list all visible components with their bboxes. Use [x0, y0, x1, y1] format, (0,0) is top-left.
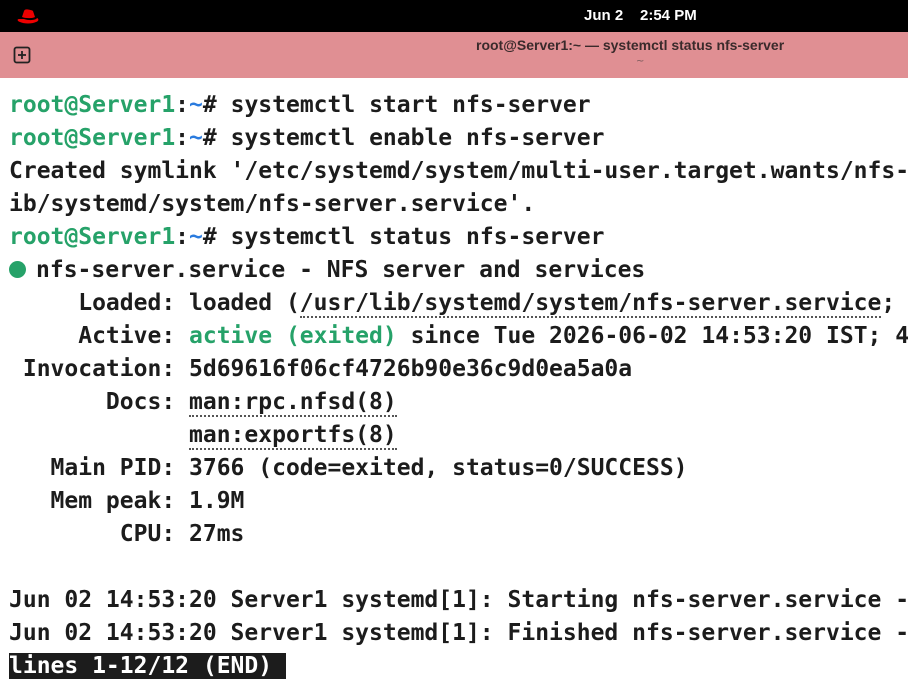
prompt-hash: # — [202, 125, 231, 151]
invocation-label: Invocation: — [9, 356, 190, 382]
prompt-user: root@Server1 — [9, 125, 176, 151]
clock-time[interactable]: 2:54 PM — [640, 7, 697, 24]
mainpid-label: Main PID: — [9, 455, 190, 481]
docs-link-rpc-nfsd[interactable]: man:rpc.nfsd(8) — [189, 389, 397, 417]
status-dot-icon — [9, 261, 26, 278]
pager-status: lines 1-12/12 (END) — [9, 653, 287, 679]
loaded-label: Loaded: — [9, 290, 190, 316]
cpu-value: 27ms — [189, 521, 245, 547]
active-label: Active: — [9, 323, 190, 349]
command-text: systemctl status nfs-server — [230, 224, 605, 250]
terminal-line-docs-2: man:exportfs(8) — [9, 420, 397, 450]
terminal-line-service: nfs-server.service - NFS server and serv… — [9, 255, 645, 285]
prompt-path: ~ — [189, 125, 203, 151]
loaded-value-pre: loaded ( — [189, 290, 300, 316]
terminal-line-symlink-2: ib/systemd/system/nfs-server.service'. — [9, 191, 536, 217]
terminal-line-cmd2: root@Server1:~# systemctl enable nfs-ser… — [9, 123, 604, 153]
active-since: since Tue 2026-06-02 14:53:20 IST; 46s a… — [410, 323, 908, 349]
terminal-title-bar: root@Server1:~ — systemctl status nfs-se… — [0, 32, 908, 78]
prompt-user: root@Server1 — [9, 224, 176, 250]
service-name: nfs-server.service - NFS server and serv… — [36, 257, 646, 283]
loaded-unit-path-link[interactable]: /usr/lib/systemd/system/nfs-server.servi… — [299, 290, 882, 318]
prompt-path: ~ — [189, 224, 203, 250]
prompt-hash: # — [202, 224, 231, 250]
window-title: root@Server1:~ — systemctl status nfs-se… — [476, 37, 785, 53]
prompt-colon: : — [175, 125, 190, 151]
docs-label: Docs: — [9, 389, 190, 415]
terminal-line-active: Active: active (exited) since Tue 2026-0… — [9, 321, 908, 351]
redhat-logo-icon[interactable] — [16, 6, 40, 26]
new-tab-icon[interactable] — [13, 46, 31, 64]
command-text: systemctl enable nfs-server — [230, 125, 605, 151]
mempeak-value: 1.9M — [189, 488, 245, 514]
clock-date[interactable]: Jun 2 — [584, 7, 623, 24]
docs-indent — [9, 422, 189, 448]
terminal-line-cmd1: root@Server1:~# systemctl start nfs-serv… — [9, 90, 591, 120]
command-text: systemctl start nfs-server — [230, 92, 591, 118]
mempeak-label: Mem peak: — [9, 488, 190, 514]
terminal-line-symlink-1: Created symlink '/etc/systemd/system/mul… — [9, 158, 908, 184]
prompt-path: ~ — [189, 92, 203, 118]
cpu-label: CPU: — [9, 521, 190, 547]
terminal-output[interactable]: root@Server1:~# systemctl start nfs-serv… — [0, 90, 908, 694]
terminal-line-log-1: Jun 02 14:53:20 Server1 systemd[1]: Star… — [9, 587, 908, 613]
terminal-line-cpu: CPU: 27ms — [9, 519, 245, 549]
prompt-colon: : — [175, 92, 190, 118]
prompt-hash: # — [202, 92, 231, 118]
top-bar: Jun 2 2:54 PM — [0, 0, 908, 32]
invocation-value: 5d69616f06cf4726b90e36c9d0ea5a0a — [189, 356, 633, 382]
pager-status-line: lines 1-12/12 (END) — [9, 651, 287, 681]
terminal-line-mainpid: Main PID: 3766 (code=exited, status=0/SU… — [9, 453, 688, 483]
terminal-line-cmd3: root@Server1:~# systemctl status nfs-ser… — [9, 222, 604, 252]
prompt-user: root@Server1 — [9, 92, 176, 118]
active-state: active (exited) — [189, 323, 397, 349]
loaded-value-post: ; enabled; preset: disabled) — [881, 290, 896, 316]
prompt-colon: : — [175, 224, 190, 250]
terminal-line-mempeak: Mem peak: 1.9M — [9, 486, 245, 516]
docs-link-exportfs[interactable]: man:exportfs(8) — [189, 422, 397, 450]
terminal-line-docs-1: Docs: man:rpc.nfsd(8) — [9, 387, 397, 417]
terminal-line-loaded: Loaded: loaded (/usr/lib/systemd/system/… — [9, 288, 908, 318]
terminal-line-invocation: Invocation: 5d69616f06cf4726b90e36c9d0ea… — [9, 354, 632, 384]
window-subtitle: ~ — [636, 56, 645, 67]
terminal-line-log-2: Jun 02 14:53:20 Server1 systemd[1]: Fini… — [9, 620, 908, 646]
mainpid-value: 3766 (code=exited, status=0/SUCCESS) — [189, 455, 688, 481]
